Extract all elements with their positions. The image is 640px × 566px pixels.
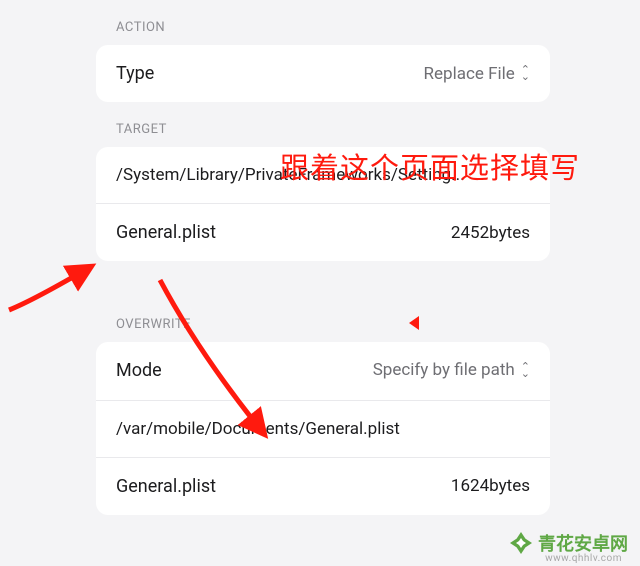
type-label: Type bbox=[116, 63, 154, 84]
overwrite-path-row[interactable]: /var/mobile/Documents/General.plist bbox=[96, 400, 550, 457]
overwrite-card: Mode Specify by file path ⌃⌄ /var/mobile… bbox=[96, 342, 550, 515]
type-value: Replace File bbox=[424, 64, 515, 84]
target-file-row[interactable]: General.plist 2452bytes bbox=[96, 203, 550, 261]
target-file-name: General.plist bbox=[116, 222, 216, 243]
annotation-text: 跟着这个页面选择填写 bbox=[280, 145, 580, 187]
action-card: Type Replace File ⌃⌄ bbox=[96, 45, 550, 102]
overwrite-file-name: General.plist bbox=[116, 476, 216, 497]
target-section-header: TARGET bbox=[0, 102, 640, 147]
mode-row[interactable]: Mode Specify by file path ⌃⌄ bbox=[96, 342, 550, 400]
watermark-url: www.qhhlv.com bbox=[545, 553, 622, 564]
mode-value-wrap: Specify by file path ⌃⌄ bbox=[373, 360, 530, 382]
mode-value: Specify by file path bbox=[373, 360, 515, 382]
updown-icon: ⌃⌄ bbox=[521, 364, 530, 377]
type-row[interactable]: Type Replace File ⌃⌄ bbox=[96, 45, 550, 102]
logo-icon bbox=[510, 532, 532, 554]
mode-label: Mode bbox=[116, 360, 162, 381]
overwrite-file-row[interactable]: General.plist 1624bytes bbox=[96, 457, 550, 515]
updown-icon: ⌃⌄ bbox=[521, 67, 530, 80]
overwrite-file-size: 1624bytes bbox=[451, 476, 530, 496]
target-file-size: 2452bytes bbox=[451, 223, 530, 243]
type-value-wrap: Replace File ⌃⌄ bbox=[424, 64, 530, 84]
triangle-icon bbox=[409, 316, 419, 330]
action-section-header: ACTION bbox=[0, 0, 640, 45]
overwrite-section-header: OVERWRITE bbox=[0, 261, 640, 342]
